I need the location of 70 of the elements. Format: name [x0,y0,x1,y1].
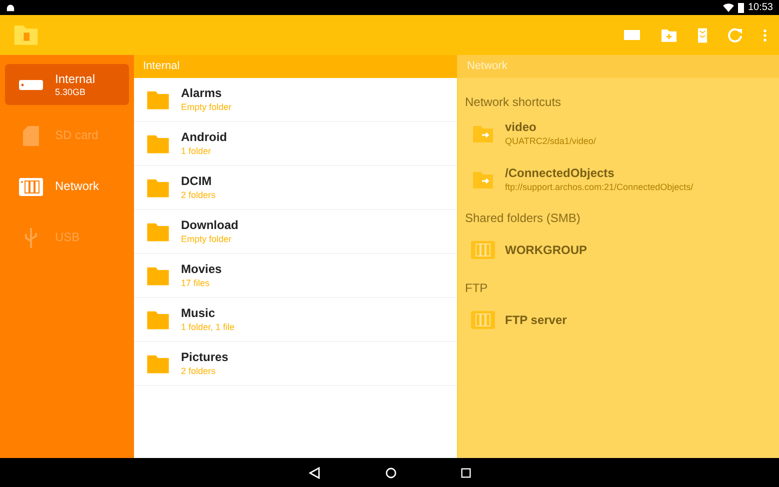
sidebar-label: Internal [55,72,96,86]
folder-name: Android [181,130,227,144]
section-heading: FTP [465,280,489,297]
server-icon [471,241,495,259]
folder-detail: 2 folders [181,188,216,202]
section-heading: Network shortcuts [465,94,562,111]
usb-icon [24,228,38,248]
network-name: WORKGROUP [505,242,587,258]
folder-name: DCIM [181,174,213,188]
folder-row[interactable]: Alarms Empty folder [134,78,457,122]
sidebar-item[interactable]: Network [5,166,129,207]
network-name: FTP server [505,312,567,328]
folder-shortcut-icon [471,124,495,144]
network-row[interactable]: /ConnectedObjects ftp://support.archos.com:21/ConnectedObjects/ [465,157,772,203]
folder-icon [145,176,171,198]
wifi-icon [722,3,734,12]
refresh-icon[interactable] [727,27,743,43]
folder-icon [145,308,171,330]
folder-icon [145,264,171,286]
folder-icon [145,352,171,374]
folder-row[interactable]: DCIM 2 folders [134,166,457,210]
drive-icon [19,80,43,90]
recents-icon[interactable] [460,468,470,478]
server-icon [19,178,43,196]
folder-detail: Empty folder [181,100,232,114]
folder-name: Movies [181,262,222,276]
sd-card-icon [23,126,39,146]
network-name: /ConnectedObjects [505,166,616,181]
network-row[interactable]: FTP server [465,297,772,343]
folder-row[interactable]: Movies 17 files [134,254,457,298]
clock: 10:53 [748,1,773,15]
folder-row[interactable]: Download Empty folder [134,210,457,254]
network-name: video [505,120,538,135]
folder-row[interactable]: Android 1 folder [134,122,457,166]
folder-name: Alarms [181,86,223,100]
folder-detail: 1 folder [181,144,212,158]
folder-icon [145,132,171,154]
new-folder-icon[interactable] [660,28,678,42]
sidebar-detail: 5.30GB [55,86,87,98]
sidebar-item[interactable]: Internal 5.30GB [5,64,129,105]
folder-detail: 1 folder, 1 file [181,320,235,334]
folder-icon [145,220,171,242]
folder-icon [145,88,171,110]
sidebar-label: SD card [55,128,98,143]
folder-name: Pictures [181,350,228,364]
sidebar-label: USB [55,230,80,245]
sort-icon[interactable] [698,28,707,42]
more-options-icon[interactable] [763,28,767,42]
app-logo-icon [12,23,40,47]
folder-row[interactable]: Music 1 folder, 1 file [134,298,457,342]
network-path: ftp://support.archos.com:21/ConnectedObjects/ [505,181,694,194]
home-icon[interactable] [384,466,396,478]
folder-name: Download [181,218,238,232]
sidebar-label: Network [55,179,100,194]
network-path: QUATRC2/sda1/video/ [505,135,596,148]
battery-icon [738,2,744,12]
panel-title: Internal [143,59,180,74]
network-row[interactable]: video QUATRC2/sda1/video/ [465,111,772,157]
network-row[interactable]: WORKGROUP [465,227,772,273]
folder-detail: 17 files [181,276,211,290]
folder-name: Music [181,306,216,320]
folder-shortcut-icon [471,170,495,190]
display-icon[interactable] [624,30,640,40]
section-heading: Shared folders (SMB) [465,210,582,227]
panel-title: Network [467,59,508,74]
folder-detail: Empty folder [181,232,233,246]
folder-row[interactable]: Pictures 2 folders [134,342,457,386]
folder-detail: 2 folders [181,364,217,378]
server-icon [471,311,495,329]
back-icon[interactable] [308,466,320,478]
